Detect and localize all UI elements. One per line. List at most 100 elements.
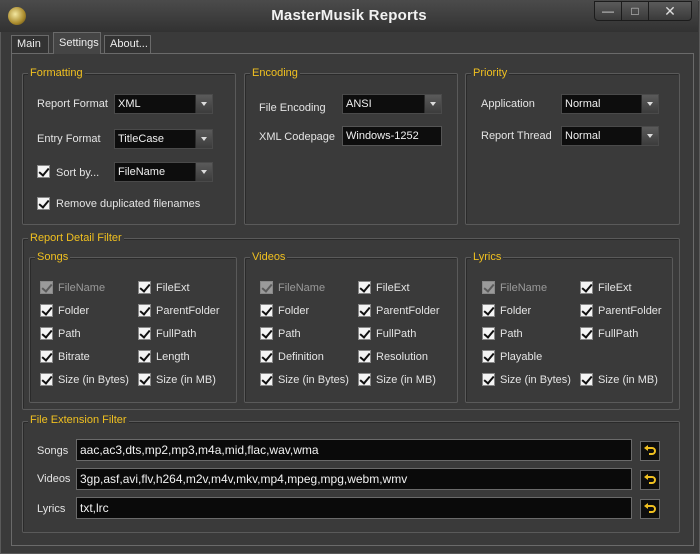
chevron-down-icon[interactable] [424,95,441,113]
chevron-down-icon[interactable] [195,163,212,181]
lyrics-extensions-input[interactable]: txt,lrc [76,497,632,519]
lyrics-fileext-checkbox[interactable] [580,281,593,294]
songs-filename-checkbox [40,281,53,294]
songs-size-in-bytes-label[interactable]: Size (in Bytes) [58,374,129,386]
songs-size-in-mb-label[interactable]: Size (in MB) [156,374,216,386]
songs-size-in-bytes-checkbox[interactable] [40,373,53,386]
lyrics-folder-label[interactable]: Folder [500,305,531,317]
lyrics-extensions-value: txt,lrc [80,501,109,515]
chevron-down-icon[interactable] [641,127,658,145]
videos-parentfolder-label[interactable]: ParentFolder [376,305,440,317]
lyrics-path-checkbox[interactable] [482,327,495,340]
lyrics-playable-checkbox[interactable] [482,350,495,363]
lyrics-size-in-bytes-label[interactable]: Size (in Bytes) [500,374,571,386]
videos-size-in-bytes-checkbox[interactable] [260,373,273,386]
lyrics-parentfolder-checkbox[interactable] [580,304,593,317]
videos-fullpath-label[interactable]: FullPath [376,328,416,340]
chevron-down-icon[interactable] [641,95,658,113]
videos-definition-checkbox[interactable] [260,350,273,363]
songs-path-checkbox[interactable] [40,327,53,340]
sort-by-select[interactable]: FileName [114,162,213,182]
songs-fileext-checkbox[interactable] [138,281,151,294]
chevron-down-icon[interactable] [195,95,212,113]
file-encoding-select[interactable]: ANSI [342,94,442,114]
undo-arrow-icon[interactable] [640,470,660,490]
songs-bitrate-checkbox[interactable] [40,350,53,363]
priority-legend: Priority [471,67,510,79]
undo-arrow-icon[interactable] [640,441,660,461]
lyrics-size-in-mb-label[interactable]: Size (in MB) [598,374,658,386]
report-thread-value: Normal [565,130,601,142]
xml-codepage-field[interactable]: Windows-1252 [342,126,442,146]
file-encoding-label: File Encoding [259,102,326,114]
videos-detail-legend: Videos [250,251,288,263]
chevron-down-icon[interactable] [195,130,212,148]
videos-path-label[interactable]: Path [278,328,301,340]
songs-fullpath-checkbox[interactable] [138,327,151,340]
application-priority-select[interactable]: Normal [561,94,659,114]
lyrics-size-in-mb-checkbox[interactable] [580,373,593,386]
lyrics-playable-label[interactable]: Playable [500,351,542,363]
videos-fileext-checkbox[interactable] [358,281,371,294]
videos-size-in-bytes-label[interactable]: Size (in Bytes) [278,374,349,386]
videos-filename-label: FileName [278,282,326,294]
minimize-button[interactable]: — [594,1,622,21]
lyrics-fullpath-label[interactable]: FullPath [598,328,638,340]
songs-path-label[interactable]: Path [58,328,81,340]
songs-detail-legend: Songs [35,251,71,263]
videos-definition-label[interactable]: Definition [278,351,324,363]
songs-fullpath-label[interactable]: FullPath [156,328,196,340]
close-button[interactable]: ✕ [648,1,692,21]
tab-about[interactable]: About... [104,35,151,53]
videos-extensions-input[interactable]: 3gp,asf,avi,flv,h264,m2v,m4v,mkv,mp4,mpe… [76,468,632,490]
songs-parentfolder-label[interactable]: ParentFolder [156,305,220,317]
songs-extensions-label: Songs [37,445,69,457]
songs-parentfolder-checkbox[interactable] [138,304,151,317]
lyrics-parentfolder-label[interactable]: ParentFolder [598,305,662,317]
sort-by-value: FileName [118,166,166,178]
undo-arrow-icon[interactable] [640,499,660,519]
maximize-button[interactable]: □ [621,1,649,21]
report-thread-select[interactable]: Normal [561,126,659,146]
report-format-value: XML [118,98,141,110]
remove-duplicates-checkbox[interactable] [37,197,50,210]
videos-filename-checkbox [260,281,273,294]
videos-extensions-label: Videos [37,473,71,485]
lyrics-size-in-bytes-checkbox[interactable] [482,373,495,386]
sort-by-label[interactable]: Sort by... [56,167,99,179]
songs-length-checkbox[interactable] [138,350,151,363]
lyrics-fullpath-checkbox[interactable] [580,327,593,340]
songs-size-in-mb-checkbox[interactable] [138,373,151,386]
videos-parentfolder-checkbox[interactable] [358,304,371,317]
songs-fileext-label[interactable]: FileExt [156,282,190,294]
application-priority-label: Application [481,98,535,110]
entry-format-select[interactable]: TitleCase [114,129,213,149]
lyrics-extensions-label: Lyrics [37,503,66,515]
videos-resolution-label[interactable]: Resolution [376,351,428,363]
videos-folder-label[interactable]: Folder [278,305,309,317]
formatting-legend: Formatting [28,67,85,79]
songs-folder-checkbox[interactable] [40,304,53,317]
tab-settings[interactable]: Settings [53,32,101,54]
lyrics-folder-checkbox[interactable] [482,304,495,317]
videos-path-checkbox[interactable] [260,327,273,340]
songs-length-label[interactable]: Length [156,351,190,363]
videos-folder-checkbox[interactable] [260,304,273,317]
xml-codepage-value: Windows-1252 [346,130,419,142]
videos-size-in-mb-checkbox[interactable] [358,373,371,386]
videos-fullpath-checkbox[interactable] [358,327,371,340]
lyrics-path-label[interactable]: Path [500,328,523,340]
songs-extensions-value: aac,ac3,dts,mp2,mp3,m4a,mid,flac,wav,wma [80,443,319,457]
tab-main[interactable]: Main [11,35,49,53]
remove-duplicates-label[interactable]: Remove duplicated filenames [56,198,200,210]
report-format-select[interactable]: XML [114,94,213,114]
songs-folder-label[interactable]: Folder [58,305,89,317]
videos-fileext-label[interactable]: FileExt [376,282,410,294]
songs-bitrate-label[interactable]: Bitrate [58,351,90,363]
lyrics-filename-checkbox [482,281,495,294]
lyrics-fileext-label[interactable]: FileExt [598,282,632,294]
videos-resolution-checkbox[interactable] [358,350,371,363]
videos-size-in-mb-label[interactable]: Size (in MB) [376,374,436,386]
sort-by-checkbox[interactable] [37,165,50,178]
songs-extensions-input[interactable]: aac,ac3,dts,mp2,mp3,m4a,mid,flac,wav,wma [76,439,632,461]
